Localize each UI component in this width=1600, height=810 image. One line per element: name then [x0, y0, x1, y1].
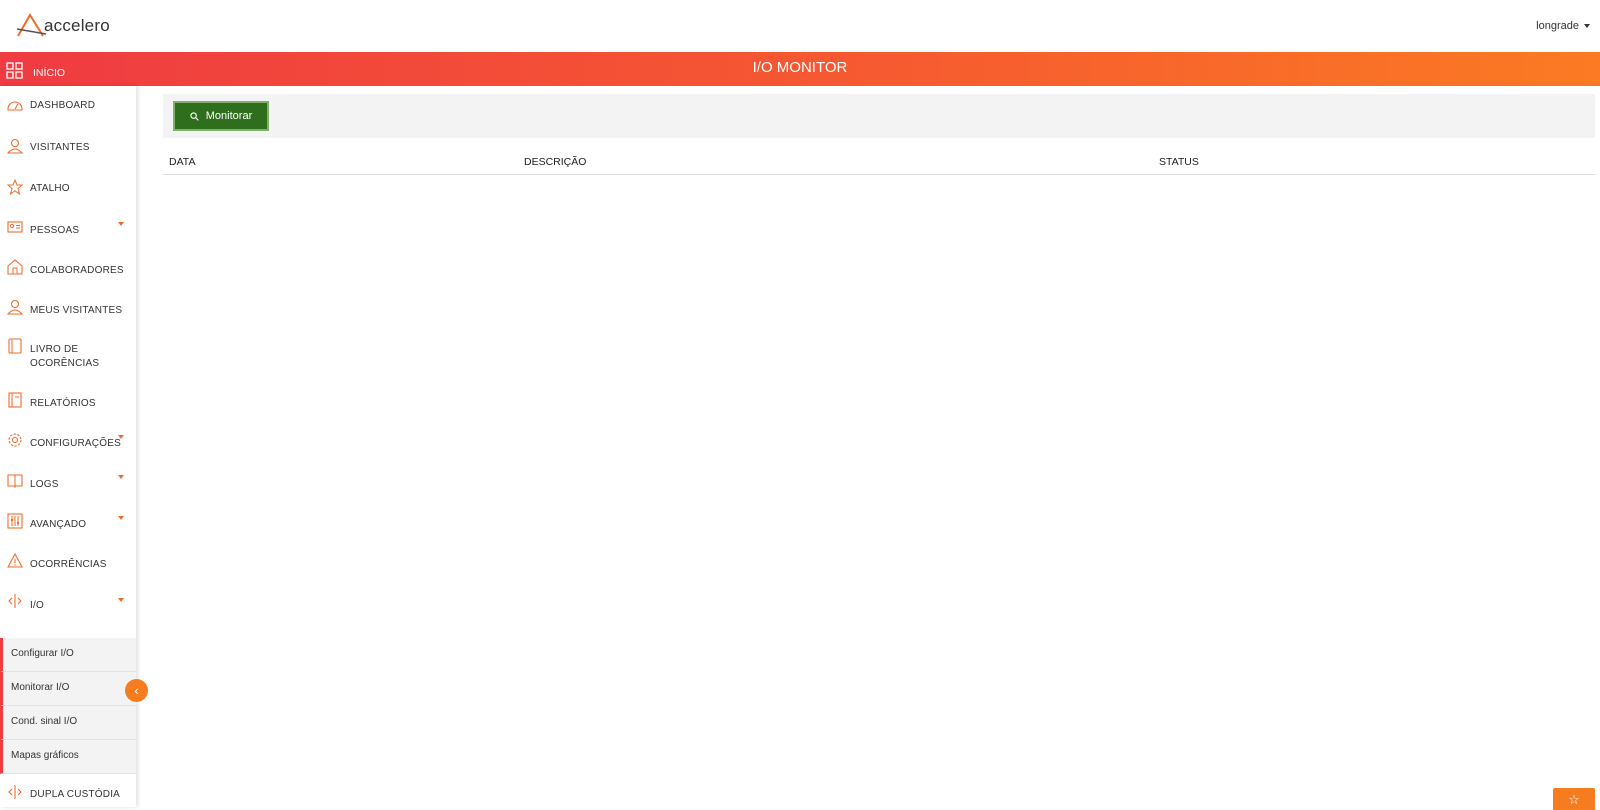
- gear-icon: [8, 433, 22, 447]
- book-icon: [8, 338, 22, 354]
- brand-name: accelero: [44, 16, 110, 35]
- io-arrows-icon: [8, 785, 22, 799]
- user-menu[interactable]: longrade: [1536, 20, 1590, 32]
- sidebar-subitem-mapas-graficos[interactable]: Mapas gráficos: [0, 740, 136, 774]
- sidebar-item-livro-de-ocorencias[interactable]: LIVRO DE OCORÊNCIAS: [0, 338, 136, 378]
- user-icon: [7, 299, 23, 315]
- sidebar-item-pessoas[interactable]: PESSOAS: [0, 219, 136, 249]
- sidebar-item-avancado[interactable]: AVANÇADO: [0, 513, 136, 543]
- warning-icon: [7, 553, 23, 568]
- star-icon: ☆: [1568, 792, 1580, 807]
- sidebar-collapse-button[interactable]: ‹: [125, 679, 148, 702]
- chevron-down-icon: [118, 516, 124, 520]
- chevron-down-icon: [118, 598, 124, 602]
- sidebar-item-configuracoes[interactable]: CONFIGURAÇÕES: [0, 432, 136, 462]
- sidebar-item-colaboradores[interactable]: COLABORADORES: [0, 259, 136, 289]
- sliders-icon: [7, 513, 23, 529]
- column-header-descricao[interactable]: DESCRIÇÃO: [524, 156, 586, 168]
- sidebar-item-ocorrencias[interactable]: OCORRÊNCIAS: [0, 553, 136, 583]
- user-icon: [7, 138, 23, 154]
- toolbar: Monitorar: [163, 94, 1595, 138]
- id-card-icon: [7, 221, 23, 233]
- io-arrows-icon: [8, 594, 22, 608]
- dashboard-icon: [7, 101, 23, 111]
- sidebar-subitem-cond-sinal-io[interactable]: Cond. sinal I/O: [0, 706, 136, 740]
- sidebar-item-dashboard[interactable]: DASHBOARD: [0, 98, 136, 128]
- column-header-status[interactable]: STATUS: [1159, 156, 1199, 168]
- chevron-left-icon: ‹: [134, 683, 139, 698]
- sidebar-item-logs[interactable]: LOGS: [0, 472, 136, 502]
- user-name: longrade: [1536, 20, 1579, 32]
- sidebar-item-relatorios[interactable]: RELATÓRIOS: [0, 392, 136, 422]
- chevron-down-icon: [118, 435, 124, 439]
- monitor-button[interactable]: Monitorar: [173, 101, 269, 131]
- building-icon: [7, 259, 23, 275]
- monitor-button-label: Monitorar: [205, 110, 253, 122]
- top-header: accelero longrade: [0, 0, 1600, 52]
- star-icon: [7, 179, 23, 195]
- sidebar-item-atalho[interactable]: ATALHO: [0, 179, 136, 209]
- open-book-icon: [7, 474, 23, 488]
- sidebar-item-meus-visitantes[interactable]: MEUS VISITANTES: [0, 299, 136, 329]
- sidebar-item-dupla-custodia[interactable]: DUPLA CUSTÓDIA: [0, 784, 136, 806]
- sidebar-item-io[interactable]: I/O: [0, 593, 136, 623]
- io-table-header: DATA DESCRIÇÃO STATUS: [163, 146, 1595, 175]
- search-icon: [190, 111, 199, 121]
- sidebar-item-visitantes[interactable]: VISITANTES: [0, 138, 136, 168]
- page-title: I/O MONITOR: [752, 59, 848, 76]
- chevron-down-icon: [118, 475, 124, 479]
- column-header-data[interactable]: DATA: [169, 156, 195, 168]
- sidebar-subitem-configurar-io[interactable]: Configurar I/O: [0, 638, 136, 672]
- chevron-down-icon: [118, 222, 124, 226]
- sidebar: DASHBOARD VISITANTES ATALHO PESSOAS COLA…: [0, 86, 136, 807]
- brand-logo[interactable]: accelero: [16, 12, 110, 38]
- chevron-down-icon: [1584, 24, 1590, 28]
- title-bar: INÍCIO I/O MONITOR: [0, 52, 1600, 86]
- sidebar-subitem-monitorar-io[interactable]: Monitorar I/O: [0, 672, 136, 706]
- report-icon: [8, 392, 22, 408]
